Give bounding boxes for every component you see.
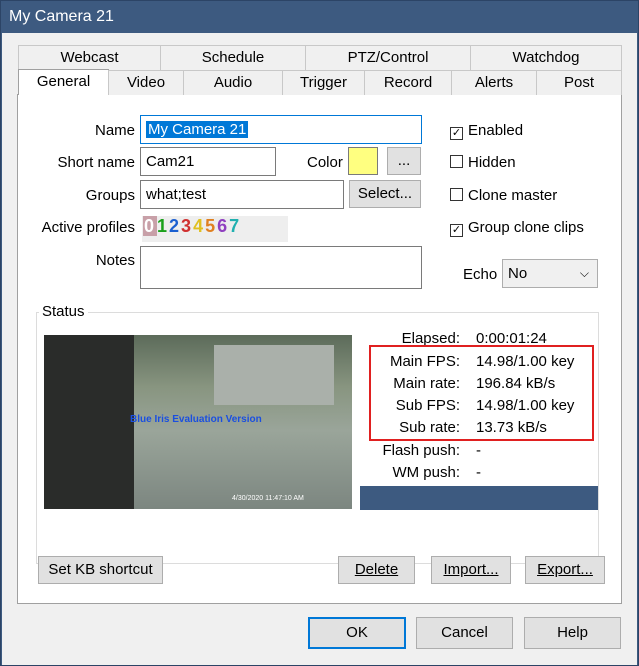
active-profiles-label: Active profiles — [41, 219, 135, 236]
tab-panel-general: Name My Camera 21 Short name Cam21 Color… — [17, 94, 622, 604]
hidden-checkbox[interactable]: Hidden — [450, 153, 516, 173]
profile-4[interactable]: 4 — [193, 216, 205, 236]
hidden-box-icon — [450, 155, 463, 168]
color-label: Color — [307, 154, 343, 171]
color-picker-button[interactable]: ... — [387, 147, 421, 175]
group-clone-clips-label: Group clone clips — [468, 219, 584, 236]
import-label: Import... — [443, 561, 499, 578]
dialog-window: My Camera 21 Webcast Schedule PTZ/Contro… — [0, 0, 639, 666]
echo-value: No — [508, 265, 528, 282]
tab-ptz-control[interactable]: PTZ/Control — [305, 45, 471, 70]
tab-general[interactable]: General — [18, 69, 109, 95]
short-name-input[interactable]: Cam21 — [140, 147, 276, 176]
cancel-button[interactable]: Cancel — [416, 617, 513, 649]
name-value: My Camera 21 — [146, 121, 249, 138]
clone-master-label: Clone master — [468, 187, 558, 204]
tab-schedule[interactable]: Schedule — [160, 45, 306, 70]
export-label: Export... — [537, 561, 593, 578]
sub-rate-label: Sub rate: — [399, 419, 460, 436]
main-rate-label: Main rate: — [393, 375, 460, 392]
import-button[interactable]: Import... — [431, 556, 511, 584]
window-title: My Camera 21 — [1, 1, 638, 33]
status-bar — [360, 486, 598, 510]
profile-3[interactable]: 3 — [181, 216, 193, 236]
delete-label: Delete — [354, 561, 399, 578]
preview-window-area — [214, 345, 334, 405]
short-name-label: Short name — [57, 154, 135, 171]
clone-master-box-icon — [450, 188, 463, 201]
groups-input[interactable]: what;test — [140, 180, 344, 209]
main-fps-value: 14.98/1.00 key — [476, 353, 575, 370]
dialog-client: Webcast Schedule PTZ/Control Watchdog Na… — [2, 33, 637, 665]
main-fps-label: Main FPS: — [389, 353, 460, 370]
notes-textarea[interactable] — [140, 246, 422, 289]
clone-master-checkbox[interactable]: Clone master — [450, 186, 557, 206]
group-clone-clips-check-icon: ✓ — [450, 224, 463, 237]
preview-timestamp: 4/30/2020 11:47:10 AM — [232, 495, 304, 502]
profile-0[interactable]: 0 — [143, 216, 158, 236]
notes-label: Notes — [95, 252, 135, 269]
sub-fps-label: Sub FPS: — [395, 397, 460, 414]
active-profiles-strip[interactable]: 01234567 — [142, 216, 288, 242]
wm-push-value: - — [476, 464, 481, 481]
sub-rate-value: 13.73 kB/s — [476, 419, 547, 436]
tab-watchdog[interactable]: Watchdog — [470, 45, 622, 70]
enabled-checkbox[interactable]: ✓ Enabled — [450, 121, 523, 141]
help-button[interactable]: Help — [524, 617, 621, 649]
preview-dark-area — [44, 335, 134, 509]
chevron-down-icon: ⌵ — [579, 266, 589, 280]
tab-video[interactable]: Video — [108, 70, 184, 95]
tab-audio[interactable]: Audio — [183, 70, 283, 95]
tab-record[interactable]: Record — [364, 70, 452, 95]
flash-push-label: Flash push: — [382, 442, 460, 459]
profile-7[interactable]: 7 — [229, 216, 241, 236]
watermark-text: Blue Iris Evaluation Version — [130, 414, 262, 425]
sub-fps-value: 14.98/1.00 key — [476, 397, 575, 414]
set-kb-shortcut-button[interactable]: Set KB shortcut — [38, 556, 163, 584]
camera-preview[interactable]: Blue Iris Evaluation Version 4/30/2020 1… — [44, 335, 352, 509]
flash-push-value: - — [476, 442, 481, 459]
ok-button[interactable]: OK — [308, 617, 406, 649]
tab-trigger[interactable]: Trigger — [282, 70, 365, 95]
name-input[interactable]: My Camera 21 — [140, 115, 422, 144]
profile-2[interactable]: 2 — [169, 216, 181, 236]
enabled-label: Enabled — [468, 122, 524, 139]
tab-alerts[interactable]: Alerts — [451, 70, 537, 95]
profile-6[interactable]: 6 — [217, 216, 229, 236]
tab-webcast[interactable]: Webcast — [18, 45, 161, 70]
groups-select-button[interactable]: Select... — [349, 180, 421, 208]
wm-push-label: WM push: — [392, 464, 460, 481]
main-rate-value: 196.84 kB/s — [476, 375, 556, 392]
enabled-check-icon: ✓ — [450, 127, 463, 140]
echo-select[interactable]: No ⌵ — [502, 259, 598, 288]
status-group-label: Status — [39, 303, 88, 320]
groups-label: Groups — [85, 187, 135, 204]
tab-post[interactable]: Post — [536, 70, 622, 95]
profile-5[interactable]: 5 — [205, 216, 217, 236]
echo-label: Echo — [463, 266, 498, 283]
export-button[interactable]: Export... — [525, 556, 605, 584]
name-label: Name — [94, 122, 135, 139]
group-clone-clips-checkbox[interactable]: ✓ Group clone clips — [450, 218, 584, 238]
color-swatch[interactable] — [348, 147, 378, 175]
hidden-label: Hidden — [468, 154, 516, 171]
profile-1[interactable]: 1 — [157, 216, 169, 236]
delete-button[interactable]: Delete — [338, 556, 415, 584]
